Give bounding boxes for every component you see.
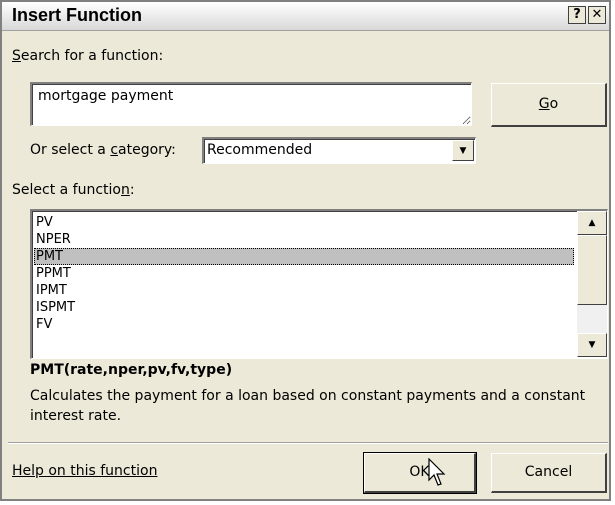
function-list-label-accel: n xyxy=(121,182,130,198)
list-item[interactable]: PV xyxy=(34,214,574,231)
function-list-label: Select a function: xyxy=(12,182,135,198)
list-item[interactable]: NPER xyxy=(34,231,574,248)
ok-button[interactable]: OK xyxy=(363,452,477,494)
close-icon: ✕ xyxy=(591,7,603,22)
chevron-down-icon: ▼ xyxy=(588,340,596,350)
category-selected-value: Recommended xyxy=(207,142,313,158)
function-list-label-prefix: Select a functio xyxy=(12,182,121,198)
search-label-accel: S xyxy=(12,48,21,64)
category-label-accel: c xyxy=(110,142,119,158)
chevron-up-icon: ▲ xyxy=(588,218,596,228)
title-bar[interactable]: Insert Function ? ✕ xyxy=(2,2,609,31)
chevron-down-icon: ▼ xyxy=(459,146,467,156)
close-button[interactable]: ✕ xyxy=(588,6,606,24)
category-label-rest: ategory: xyxy=(118,142,176,158)
search-input[interactable] xyxy=(30,82,472,126)
search-label-rest: earch for a function: xyxy=(20,48,164,64)
dropdown-arrow-button[interactable]: ▼ xyxy=(452,140,474,161)
list-item[interactable]: PMT xyxy=(34,248,574,265)
category-label: Or select a category: xyxy=(30,142,176,158)
vertical-scrollbar[interactable]: ▲ ▼ xyxy=(577,211,607,357)
question-icon: ? xyxy=(573,7,581,22)
divider xyxy=(8,442,608,444)
go-label-rest: o xyxy=(549,96,559,112)
help-on-function-link[interactable]: Help on this function xyxy=(12,463,157,479)
category-label-prefix: Or select a xyxy=(30,142,111,158)
function-list-label-rest: : xyxy=(129,182,135,198)
scroll-up-button[interactable]: ▲ xyxy=(577,211,607,235)
scroll-down-button[interactable]: ▼ xyxy=(577,333,607,357)
function-list-items: PV NPER PMT PPMT IPMT ISPMT FV xyxy=(34,214,574,333)
category-dropdown[interactable]: Recommended ▼ xyxy=(202,137,476,164)
help-button[interactable]: ? xyxy=(568,6,586,24)
list-item[interactable]: PPMT xyxy=(34,265,574,282)
go-button[interactable]: Go xyxy=(491,83,607,127)
go-label-accel: G xyxy=(538,96,550,112)
function-description: Calculates the payment for a loan based … xyxy=(30,388,586,424)
function-list[interactable]: PV NPER PMT PPMT IPMT ISPMT FV ▲ ▼ xyxy=(30,209,608,359)
list-item[interactable]: FV xyxy=(34,316,574,333)
dialog-title: Insert Function xyxy=(12,5,142,25)
list-item[interactable]: IPMT xyxy=(34,282,574,299)
insert-function-dialog: Insert Function ? ✕ Search for a functio… xyxy=(0,0,611,501)
list-item[interactable]: ISPMT xyxy=(34,299,574,316)
function-signature: PMT(rate,nper,pv,fv,type) xyxy=(30,362,233,378)
search-label: Search for a function: xyxy=(12,48,163,64)
scroll-thumb[interactable] xyxy=(577,235,607,305)
cancel-button[interactable]: Cancel xyxy=(491,453,607,493)
mouse-pointer-icon xyxy=(428,458,446,486)
